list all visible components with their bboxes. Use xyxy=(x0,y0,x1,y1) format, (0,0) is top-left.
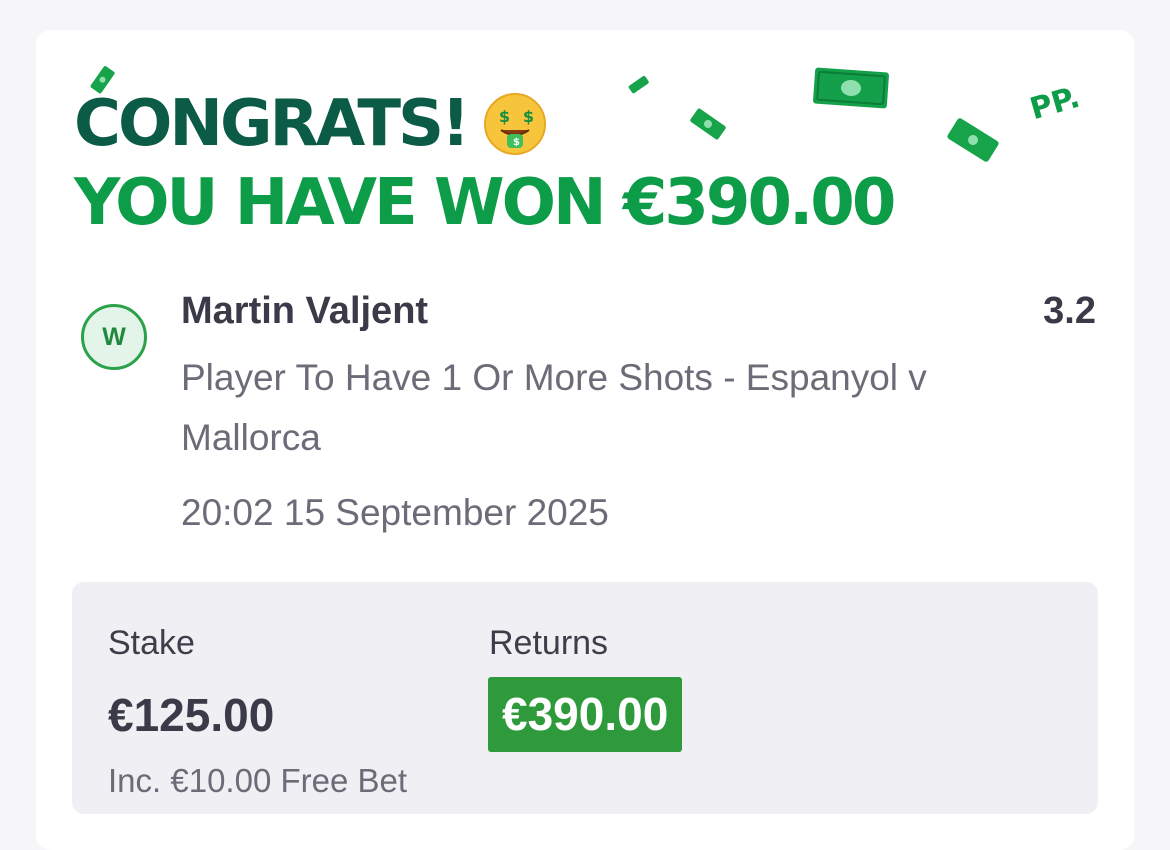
congrats-text: CONGRATS! xyxy=(74,87,470,161)
congrats-heading: CONGRATS! $ $ $ xyxy=(74,92,547,156)
odds-value: 3.2 xyxy=(1043,290,1096,332)
win-banner: CONGRATS! $ $ $ YOU HAVE WON €390.00 PP. xyxy=(36,30,1134,280)
stake-label: Stake xyxy=(108,624,195,662)
money-mouth-face-icon: $ $ $ xyxy=(484,93,547,155)
banknote-icon xyxy=(628,75,649,94)
banknote-icon xyxy=(813,67,889,109)
banknote-icon xyxy=(947,118,999,162)
win-amount-heading: YOU HAVE WON €390.00 xyxy=(74,166,896,240)
returns-value: €390.00 xyxy=(488,677,683,753)
banknote-icon xyxy=(690,108,726,140)
selection-name: Martin Valjent xyxy=(181,290,429,332)
market-description: Player To Have 1 Or More Shots - Espanyo… xyxy=(181,357,927,458)
returns-label: Returns xyxy=(489,624,609,662)
bet-card: CONGRATS! $ $ $ YOU HAVE WON €390.00 PP.… xyxy=(36,30,1134,850)
win-result-badge: W xyxy=(81,304,147,370)
bet-summary: Stake Returns €125.00 €390.00 Inc. €10.0… xyxy=(72,582,1098,814)
brand-logo: PP. xyxy=(1026,79,1084,128)
event-datetime: 20:02 15 September 2025 xyxy=(181,492,609,533)
stake-value: €125.00 xyxy=(108,689,275,741)
free-bet-note: Inc. €10.00 Free Bet xyxy=(108,762,408,799)
